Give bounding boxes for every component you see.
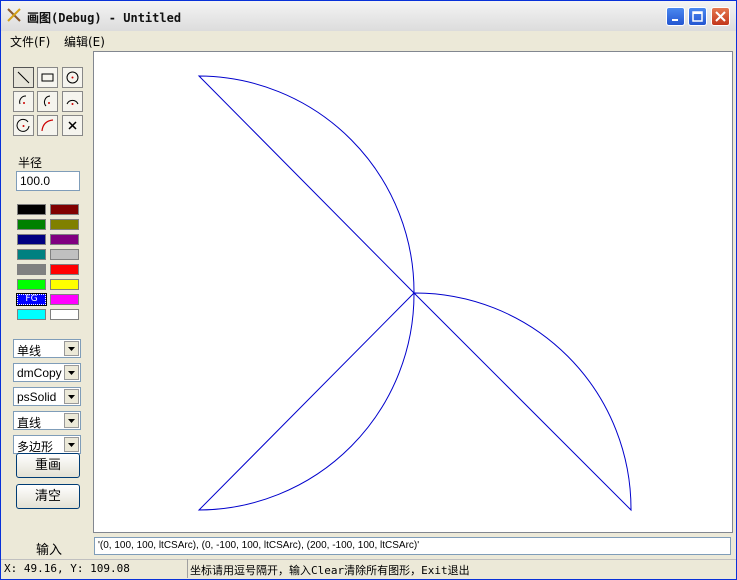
shape-select[interactable]: 直线	[13, 411, 81, 430]
circle-tool-button[interactable]	[62, 67, 83, 88]
redraw-button[interactable]: 重画	[16, 453, 80, 478]
arc-tool-3-button[interactable]	[62, 91, 83, 112]
line-type-value: 单线	[17, 344, 42, 358]
color-swatch[interactable]	[50, 279, 79, 290]
arc-icon	[43, 95, 51, 107]
rectangle-tool-button[interactable]	[37, 67, 58, 88]
rectangle-icon	[41, 73, 54, 82]
arc-shape-2	[197, 291, 415, 511]
color-swatch[interactable]	[17, 309, 46, 320]
chevron-down-icon[interactable]	[64, 437, 79, 452]
maximize-button[interactable]	[688, 7, 707, 26]
drawing-surface	[197, 75, 632, 512]
circle-icon	[66, 71, 79, 84]
color-swatch[interactable]	[17, 234, 46, 245]
color-swatch[interactable]	[17, 279, 46, 290]
color-swatch[interactable]	[17, 264, 46, 275]
color-swatch[interactable]	[50, 264, 79, 275]
color-swatch[interactable]	[50, 309, 79, 320]
close-icon	[715, 11, 726, 22]
circle-arc-icon	[16, 118, 30, 132]
clear-button[interactable]: 清空	[16, 484, 80, 509]
radius-input[interactable]: 100.0	[16, 171, 80, 191]
command-input[interactable]: '(0, 100, 100, ltCSArc), (0, -100, 100, …	[94, 537, 731, 555]
curve-icon	[41, 119, 54, 132]
arc-shape-1	[197, 75, 415, 295]
arc-shape-3	[412, 292, 632, 512]
chevron-down-icon[interactable]	[64, 413, 79, 428]
menu-bar: 文件(F) 编辑(E)	[1, 31, 736, 50]
menu-edit[interactable]: 编辑(E)	[64, 33, 105, 50]
line-tool-button[interactable]	[13, 67, 34, 88]
minimize-button[interactable]	[666, 7, 685, 26]
close-button[interactable]	[711, 7, 730, 26]
chevron-down-icon[interactable]	[64, 341, 79, 356]
color-swatch[interactable]	[17, 204, 46, 215]
foreground-color-swatch[interactable]: FG	[16, 293, 47, 306]
color-swatch[interactable]	[50, 219, 79, 230]
arc-tool-2-button[interactable]	[37, 91, 58, 112]
color-swatch[interactable]	[50, 234, 79, 245]
pen-style-value: psSolid	[17, 390, 57, 404]
circle-arc-tool-button[interactable]	[13, 115, 34, 136]
fill-select[interactable]: 多边形	[13, 435, 81, 454]
color-swatch[interactable]	[17, 249, 46, 260]
menu-file[interactable]: 文件(F)	[10, 33, 50, 50]
drawing-canvas[interactable]	[93, 51, 733, 533]
pen-mode-value: dmCopy	[17, 366, 62, 380]
line-type-select[interactable]: 单线	[13, 339, 81, 358]
delete-tool-button[interactable]	[62, 115, 83, 136]
arc-icon	[19, 95, 27, 105]
curve-tool-button[interactable]	[37, 115, 58, 136]
arc-icon	[66, 99, 79, 105]
input-label: 输入	[36, 543, 63, 558]
color-swatch[interactable]	[50, 249, 79, 260]
color-swatch[interactable]	[17, 219, 46, 230]
pen-mode-select[interactable]: dmCopy	[13, 363, 81, 382]
delete-icon	[68, 121, 77, 130]
color-swatch[interactable]	[50, 204, 79, 215]
status-coordinates: X: 49.16, Y: 109.08	[4, 562, 130, 575]
chevron-down-icon[interactable]	[64, 389, 79, 404]
radius-label: 半径	[18, 156, 43, 170]
chevron-down-icon[interactable]	[64, 365, 79, 380]
status-hint-pane: 坐标请用逗号隔开，输入Clear清除所有图形，Exit退出	[187, 559, 736, 578]
color-swatch[interactable]	[50, 294, 79, 305]
title-bar[interactable]: 画图(Debug) - Untitled	[1, 1, 736, 32]
line-icon	[17, 71, 30, 84]
arc-tool-1-button[interactable]	[13, 91, 34, 112]
shape-value: 直线	[17, 416, 42, 430]
window-title: 画图(Debug) - Untitled	[27, 11, 182, 25]
status-hint: 坐标请用逗号隔开，输入Clear清除所有图形，Exit退出	[190, 564, 470, 577]
tool-panel: 半径 100.0 FG 单线 dmCopy psSolid 直线 多边形 重画 …	[1, 51, 93, 533]
app-window: 画图(Debug) - Untitled 文件(F) 编辑(E) 半径 100.…	[0, 0, 737, 580]
pen-style-select[interactable]: psSolid	[13, 387, 81, 406]
app-icon	[7, 8, 21, 22]
minimize-icon	[672, 19, 678, 21]
maximize-icon	[692, 11, 703, 22]
